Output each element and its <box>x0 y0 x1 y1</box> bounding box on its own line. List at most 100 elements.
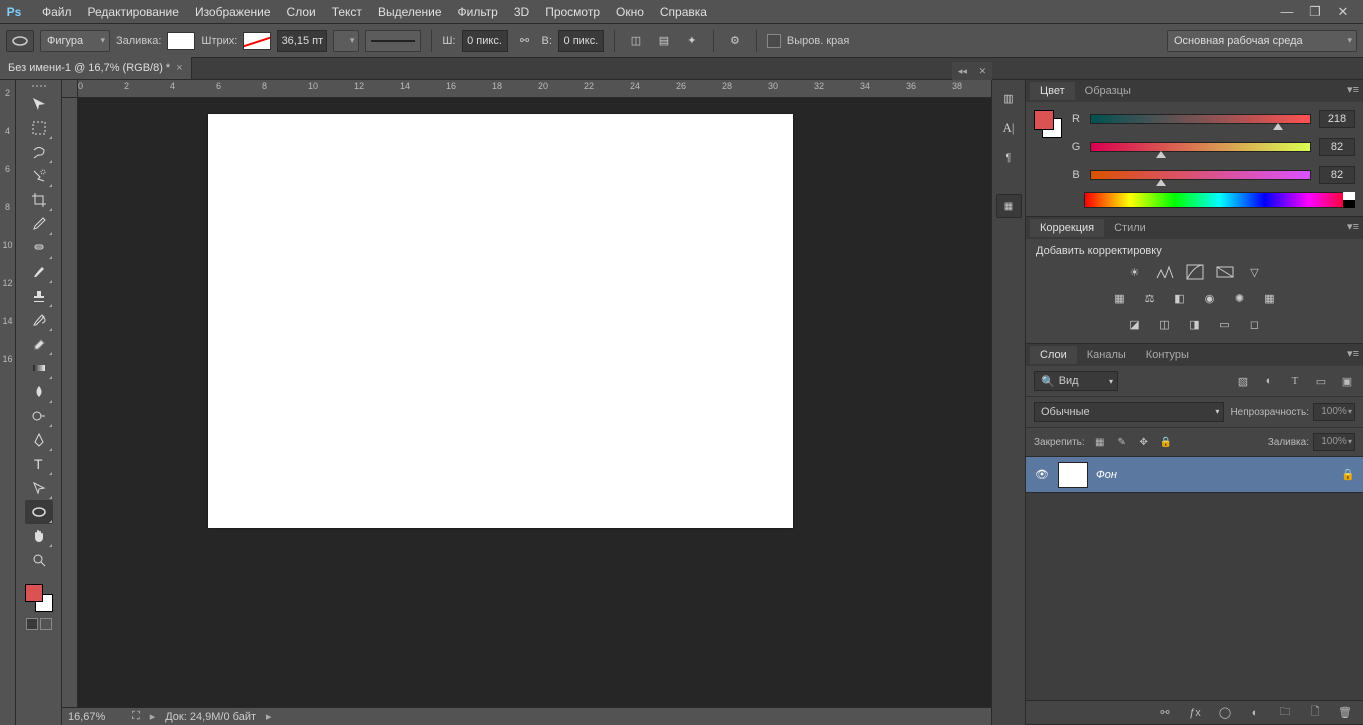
status-arrow-icon[interactable]: ▸ <box>266 710 272 723</box>
status-arrow-icon[interactable]: ▸ <box>150 710 156 723</box>
tab-swatches[interactable]: Образцы <box>1075 82 1141 100</box>
tool-preset-icon[interactable] <box>6 30 34 52</box>
curves-icon[interactable] <box>1185 263 1205 281</box>
filter-pixel-icon[interactable]: ▧ <box>1235 373 1251 389</box>
menu-text[interactable]: Текст <box>324 2 370 22</box>
color-ramp[interactable] <box>1084 192 1355 208</box>
exposure-icon[interactable] <box>1215 263 1235 281</box>
color-balance-icon[interactable]: ⚖ <box>1140 289 1160 307</box>
path-operations-icon[interactable]: ◫ <box>625 30 647 52</box>
marquee-tool-icon[interactable] <box>25 116 53 140</box>
shape-mode-dropdown[interactable]: Фигура <box>40 30 110 52</box>
pen-tool-icon[interactable] <box>25 428 53 452</box>
paragraph-panel-icon[interactable]: ¶ <box>997 146 1021 170</box>
quick-mask-toggle[interactable] <box>26 618 52 630</box>
brush-tool-icon[interactable] <box>25 260 53 284</box>
lock-all-icon[interactable]: 🔒 <box>1159 435 1173 449</box>
fit-icon[interactable]: ⛶ <box>132 710 140 723</box>
height-input[interactable]: 0 пикс. <box>558 30 604 52</box>
vibrance-icon[interactable]: ▽ <box>1245 263 1265 281</box>
stamp-tool-icon[interactable] <box>25 284 53 308</box>
filter-type-icon[interactable]: T <box>1287 373 1303 389</box>
layer-locked-icon[interactable]: 🔒 <box>1341 468 1355 481</box>
menu-window[interactable]: Окно <box>608 2 652 22</box>
workspace-dropdown[interactable]: Основная рабочая среда <box>1167 30 1357 52</box>
layer-mask-icon[interactable]: ◯ <box>1217 705 1233 721</box>
lock-transparency-icon[interactable]: ▦ <box>1093 435 1107 449</box>
tab-channels[interactable]: Каналы <box>1077 346 1136 364</box>
zoom-tool-icon[interactable] <box>25 548 53 572</box>
link-layers-icon[interactable]: ⚯ <box>1157 705 1173 721</box>
healing-tool-icon[interactable] <box>25 236 53 260</box>
close-icon[interactable]: ✕ <box>1335 4 1351 20</box>
new-fill-adjust-icon[interactable]: ◐ <box>1247 705 1263 721</box>
bw-icon[interactable]: ◧ <box>1170 289 1190 307</box>
menu-layers[interactable]: Слои <box>279 2 324 22</box>
levels-icon[interactable] <box>1155 263 1175 281</box>
vertical-ruler[interactable] <box>62 98 78 725</box>
fill-swatch[interactable] <box>167 32 195 50</box>
path-align-icon[interactable]: ▤ <box>653 30 675 52</box>
zoom-display[interactable]: 16,67% <box>68 711 122 723</box>
history-brush-tool-icon[interactable] <box>25 308 53 332</box>
color-fgbg-swatch[interactable] <box>1034 110 1062 138</box>
blend-mode-dropdown[interactable]: Обычные <box>1034 402 1224 422</box>
hand-tool-icon[interactable] <box>25 524 53 548</box>
history-panel-icon[interactable]: ▥ <box>997 86 1021 110</box>
lasso-tool-icon[interactable] <box>25 140 53 164</box>
canvas-viewport[interactable] <box>78 98 991 707</box>
quick-select-tool-icon[interactable] <box>25 164 53 188</box>
g-value[interactable]: 82 <box>1319 138 1355 156</box>
color-lookup-icon[interactable]: ▦ <box>1260 289 1280 307</box>
type-tool-icon[interactable]: T <box>25 452 53 476</box>
tab-adjustments[interactable]: Коррекция <box>1030 219 1104 237</box>
delete-layer-icon[interactable]: 🗑 <box>1337 705 1353 721</box>
tab-styles[interactable]: Стили <box>1104 219 1156 237</box>
width-input[interactable]: 0 пикс. <box>462 30 508 52</box>
tab-paths[interactable]: Контуры <box>1136 346 1199 364</box>
filter-adjust-icon[interactable]: ◐ <box>1261 373 1277 389</box>
brightness-icon[interactable]: ☀ <box>1125 263 1145 281</box>
panel-menu-icon[interactable]: ▾≡ <box>1347 347 1359 360</box>
stroke-size-input[interactable]: 36,15 пт <box>277 30 327 52</box>
menu-image[interactable]: Изображение <box>187 2 279 22</box>
link-wh-icon[interactable]: ⚯ <box>514 30 536 52</box>
g-slider[interactable] <box>1090 142 1311 152</box>
gear-icon[interactable]: ⚙ <box>724 30 746 52</box>
menu-3d[interactable]: 3D <box>506 2 537 22</box>
lock-position-icon[interactable]: ✥ <box>1137 435 1151 449</box>
posterize-icon[interactable]: ◫ <box>1155 315 1175 333</box>
hue-icon[interactable]: ▦ <box>1110 289 1130 307</box>
stroke-swatch[interactable] <box>243 32 271 50</box>
crop-tool-icon[interactable] <box>25 188 53 212</box>
panel-menu-icon[interactable]: ▾≡ <box>1347 83 1359 96</box>
stroke-style-dropdown[interactable] <box>365 30 421 52</box>
layer-style-icon[interactable]: ƒx <box>1187 705 1203 721</box>
menu-filter[interactable]: Фильтр <box>450 2 506 22</box>
layer-name[interactable]: Фон <box>1096 469 1117 481</box>
layer-thumb[interactable] <box>1058 462 1088 488</box>
b-slider[interactable] <box>1090 170 1311 180</box>
document-tab[interactable]: Без имени-1 @ 16,7% (RGB/8) * × <box>0 57 192 79</box>
fg-bg-color-swatches[interactable] <box>25 584 53 612</box>
layer-row[interactable]: 👁 Фон 🔒 <box>1026 457 1363 493</box>
menu-edit[interactable]: Редактирование <box>80 2 187 22</box>
filter-shape-icon[interactable]: ▭ <box>1313 373 1329 389</box>
tab-layers[interactable]: Слои <box>1030 346 1077 364</box>
path-select-tool-icon[interactable] <box>25 476 53 500</box>
photo-filter-icon[interactable]: ◉ <box>1200 289 1220 307</box>
blur-tool-icon[interactable] <box>25 380 53 404</box>
horizontal-ruler[interactable]: 02468101214161820222426283032343638 <box>62 80 991 98</box>
gradient-map-icon[interactable]: ▭ <box>1215 315 1235 333</box>
fill-opacity-input[interactable]: 100% <box>1313 433 1355 451</box>
document-tab-close-icon[interactable]: × <box>176 62 182 74</box>
r-value[interactable]: 218 <box>1319 110 1355 128</box>
stroke-size-dropdown[interactable] <box>333 30 359 52</box>
menu-file[interactable]: Файл <box>34 2 80 22</box>
dock-collapse-tab[interactable]: ◂◂✕ <box>952 62 992 80</box>
path-arrange-icon[interactable]: ✦ <box>681 30 703 52</box>
threshold-icon[interactable]: ◨ <box>1185 315 1205 333</box>
r-slider[interactable] <box>1090 114 1311 124</box>
layer-visibility-icon[interactable]: 👁 <box>1034 468 1050 481</box>
character-panel-icon[interactable]: A| <box>997 116 1021 140</box>
